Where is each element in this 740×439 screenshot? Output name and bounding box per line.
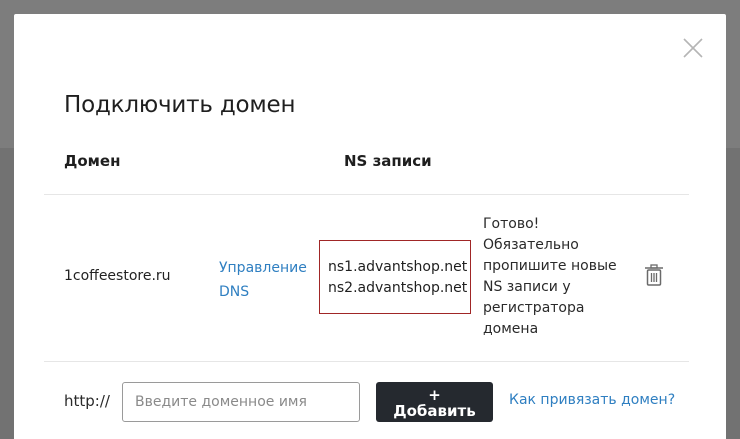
trash-icon[interactable]	[644, 264, 664, 286]
ns-record-2: ns2.advantshop.net	[328, 280, 468, 296]
form-divider	[44, 361, 689, 362]
add-plus-icon: +	[428, 386, 441, 404]
domain-input[interactable]	[122, 382, 360, 422]
domain-name: 1coffeestore.ru	[64, 268, 171, 284]
modal-title: Подключить домен	[64, 92, 296, 118]
ns-record-1: ns1.advantshop.net	[328, 259, 468, 275]
column-header-ns: NS записи	[344, 152, 432, 170]
http-prefix: http://	[64, 392, 110, 410]
manage-dns-link-line2: DNS	[219, 284, 250, 300]
manage-dns-link[interactable]: Управление DNS	[219, 256, 319, 304]
connect-domain-modal: Подключить домен Домен NS записи 1coffee…	[14, 14, 726, 439]
header-divider	[44, 194, 689, 195]
how-to-bind-domain-link[interactable]: Как привязать домен?	[509, 392, 675, 408]
add-domain-button[interactable]: + Добавить	[376, 382, 493, 422]
close-icon[interactable]	[681, 36, 705, 60]
add-button-label: Добавить	[393, 402, 476, 420]
status-note: Готово! Обязательно пропишите новые NS з…	[483, 216, 617, 337]
manage-dns-link-line1: Управление	[219, 260, 307, 276]
ns-records-box: ns1.advantshop.net ns2.advantshop.net	[319, 240, 471, 314]
column-header-domain: Домен	[64, 152, 121, 170]
